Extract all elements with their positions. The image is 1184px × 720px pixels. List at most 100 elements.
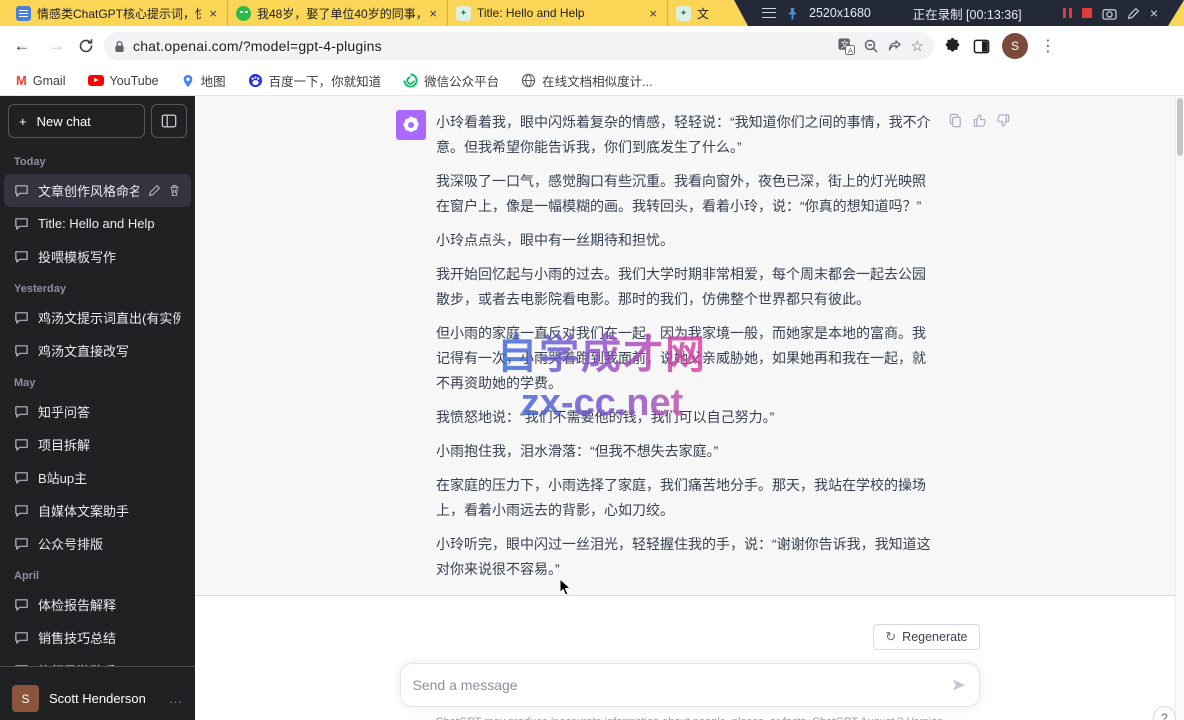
chat-title: 知乎问答 [38, 402, 181, 421]
bookmark-star-icon[interactable]: ☆ [911, 37, 924, 55]
message-input[interactable] [413, 677, 951, 693]
scrollbar-thumb[interactable] [1177, 98, 1183, 156]
tab-wechat-article[interactable]: 我48岁，娶了单位40岁的同事， × [228, 0, 448, 26]
tab-chatgpt-active[interactable]: Title: Hello and Help × [448, 0, 668, 26]
account-menu-icon[interactable]: ... [169, 691, 183, 706]
tab-title: Title: Hello and Help [477, 6, 641, 20]
chatgpt-favicon-icon [456, 6, 471, 21]
tab-close-icon[interactable]: × [427, 6, 439, 21]
pin-icon[interactable] [786, 7, 799, 20]
plus-icon: + [19, 114, 27, 129]
thumbs-up-icon[interactable] [972, 113, 987, 128]
tab-close-icon[interactable]: × [647, 6, 659, 21]
copy-icon[interactable] [948, 113, 963, 128]
zoom-out-icon[interactable] [863, 38, 879, 54]
sidebar-item-media-copy-assistant[interactable]: 自媒体文案助手 [4, 494, 191, 527]
profile-avatar[interactable]: S [1002, 33, 1028, 59]
chat-title: 自媒体文案助手 [38, 501, 181, 520]
chat-bubble-icon [14, 216, 29, 231]
chat-bubble-icon [14, 310, 29, 325]
sidebar-item-article-style[interactable]: 文章创作风格命名：风 [4, 174, 191, 207]
help-button[interactable]: ? [1153, 706, 1176, 720]
stop-icon[interactable] [1082, 8, 1092, 18]
gmail-icon: M [16, 73, 27, 88]
bookmarks-bar: M Gmail YouTube 地图 百度一下，你就知道 微信公众平台 在线文档… [0, 66, 1184, 96]
chat-main: 小玲看着我，眼中闪烁着复杂的情感，轻轻说：“我知道你们之间的事情，我不介意。但我… [195, 96, 1184, 720]
bookmark-baidu[interactable]: 百度一下，你就知道 [248, 71, 382, 90]
translate-icon[interactable]: 文A [838, 38, 855, 55]
bookmark-label: Gmail [33, 74, 66, 88]
sidebar-item-travel-guide[interactable]: 旅行导游助手 [4, 654, 191, 666]
sidebar-item-template-writing[interactable]: 投喂模板写作 [4, 240, 191, 273]
lock-icon [114, 40, 125, 53]
share-icon[interactable] [887, 38, 903, 54]
chat-title: 投喂模板写作 [38, 247, 181, 266]
bookmark-youtube[interactable]: YouTube [88, 74, 159, 88]
wechat-platform-icon [403, 73, 418, 88]
back-icon[interactable]: ← [10, 36, 34, 56]
chat-title: Title: Hello and Help [38, 216, 181, 231]
regenerate-label: Regenerate [902, 630, 967, 644]
assistant-message: 小玲看着我，眼中闪烁着复杂的情感，轻轻说：“我知道你们之间的事情，我不介意。但我… [195, 96, 1184, 596]
recording-status: 正在录制 [00:13:36] [913, 4, 1022, 23]
chat-bubble-icon [14, 249, 29, 264]
extensions-puzzle-icon[interactable] [944, 38, 961, 55]
chat-bubble-icon [14, 470, 29, 485]
thumbs-down-icon[interactable] [996, 113, 1011, 128]
scrollbar[interactable] [1175, 96, 1184, 720]
address-bar[interactable]: chat.openai.com/?model=gpt-4-plugins 文A … [104, 32, 934, 60]
chatgpt-avatar [396, 110, 426, 140]
camera-icon[interactable] [1102, 7, 1117, 20]
bookmark-label: YouTube [110, 74, 159, 88]
forward-icon[interactable]: → [44, 36, 68, 56]
assistant-message-text: 小玲看着我，眼中闪烁着复杂的情感，轻轻说：“我知道你们之间的事情，我不介意。但我… [436, 110, 936, 595]
sidebar-item-health-report[interactable]: 体检报告解释 [4, 588, 191, 621]
sidebar-item-zhihu-qa[interactable]: 知乎问答 [4, 395, 191, 428]
url-text[interactable]: chat.openai.com/?model=gpt-4-plugins [133, 38, 830, 54]
message-paragraph: 我愤怒地说：“我们不需要他的钱，我们可以自己努力。” [436, 405, 936, 430]
side-panel-icon[interactable] [973, 38, 990, 55]
message-paragraph: 小玲看着我，眼中闪烁着复杂的情感，轻轻说：“我知道你们之间的事情，我不介意。但我… [436, 110, 936, 160]
chat-sidebar: + New chat Today 文章创作风格命名：风 Title: Hello… [0, 96, 195, 720]
close-icon[interactable]: × [1150, 5, 1158, 21]
message-paragraph: 在家庭的压力下，小雨选择了家庭，我们痛苦地分手。那天，我站在学校的操场上，看着小… [436, 473, 936, 523]
baidu-icon [248, 73, 263, 88]
chat-title: 体检报告解释 [38, 595, 181, 614]
sidebar-item-project-breakdown[interactable]: 项目拆解 [4, 428, 191, 461]
bookmark-label: 在线文档相似度计... [542, 71, 652, 90]
browser-menu-icon[interactable]: ⋮ [1040, 36, 1056, 56]
delete-trash-icon[interactable] [168, 184, 181, 197]
message-input-box[interactable] [400, 663, 980, 707]
bookmark-doc-similarity[interactable]: 在线文档相似度计... [521, 71, 652, 90]
bookmark-label: 地图 [201, 71, 226, 90]
send-icon[interactable] [951, 677, 967, 693]
new-chat-label: New chat [37, 114, 91, 129]
tab-bar: 情感类ChatGPT核心提示词，快 × 我48岁，娶了单位40岁的同事， × T… [0, 0, 1184, 26]
sidebar-item-hello-help[interactable]: Title: Hello and Help [4, 207, 191, 240]
bookmark-label: 微信公众平台 [424, 71, 499, 90]
menu-icon[interactable] [762, 8, 776, 18]
regenerate-button[interactable]: ↻ Regenerate [873, 624, 979, 650]
message-paragraph: 小玲点点头，眼中有一丝期待和担忧。 [436, 228, 936, 253]
collapse-sidebar-button[interactable] [151, 104, 187, 138]
chat-title: 项目拆解 [38, 435, 181, 454]
sidebar-item-soup-rewrite[interactable]: 鸡汤文直接改写 [4, 334, 191, 367]
sidebar-item-official-account-layout[interactable]: 公众号排版 [4, 527, 191, 560]
pause-icon[interactable] [1063, 8, 1072, 18]
sidebar-item-bilibili-uploader[interactable]: B站up主 [4, 461, 191, 494]
pencil-icon[interactable] [1127, 7, 1140, 20]
refresh-icon[interactable] [78, 38, 94, 54]
tab-docs[interactable]: 情感类ChatGPT核心提示词，快 × [8, 0, 228, 26]
sidebar-item-soup-prompt[interactable]: 鸡汤文提示词直出(有实例) [4, 301, 191, 334]
user-avatar: S [12, 685, 39, 712]
recording-overlay: 2520x1680 正在录制 [00:13:36] × [734, 0, 1184, 26]
tab-title: 情感类ChatGPT核心提示词，快 [37, 5, 201, 22]
edit-pencil-icon[interactable] [148, 184, 161, 197]
sidebar-item-sales-skills[interactable]: 销售技巧总结 [4, 621, 191, 654]
account-row[interactable]: S Scott Henderson ... [0, 666, 195, 720]
bookmark-wechat-platform[interactable]: 微信公众平台 [403, 71, 499, 90]
new-chat-button[interactable]: + New chat [8, 104, 145, 138]
bookmark-gmail[interactable]: M Gmail [16, 73, 66, 88]
bookmark-maps[interactable]: 地图 [181, 71, 226, 90]
tab-close-icon[interactable]: × [207, 6, 219, 21]
